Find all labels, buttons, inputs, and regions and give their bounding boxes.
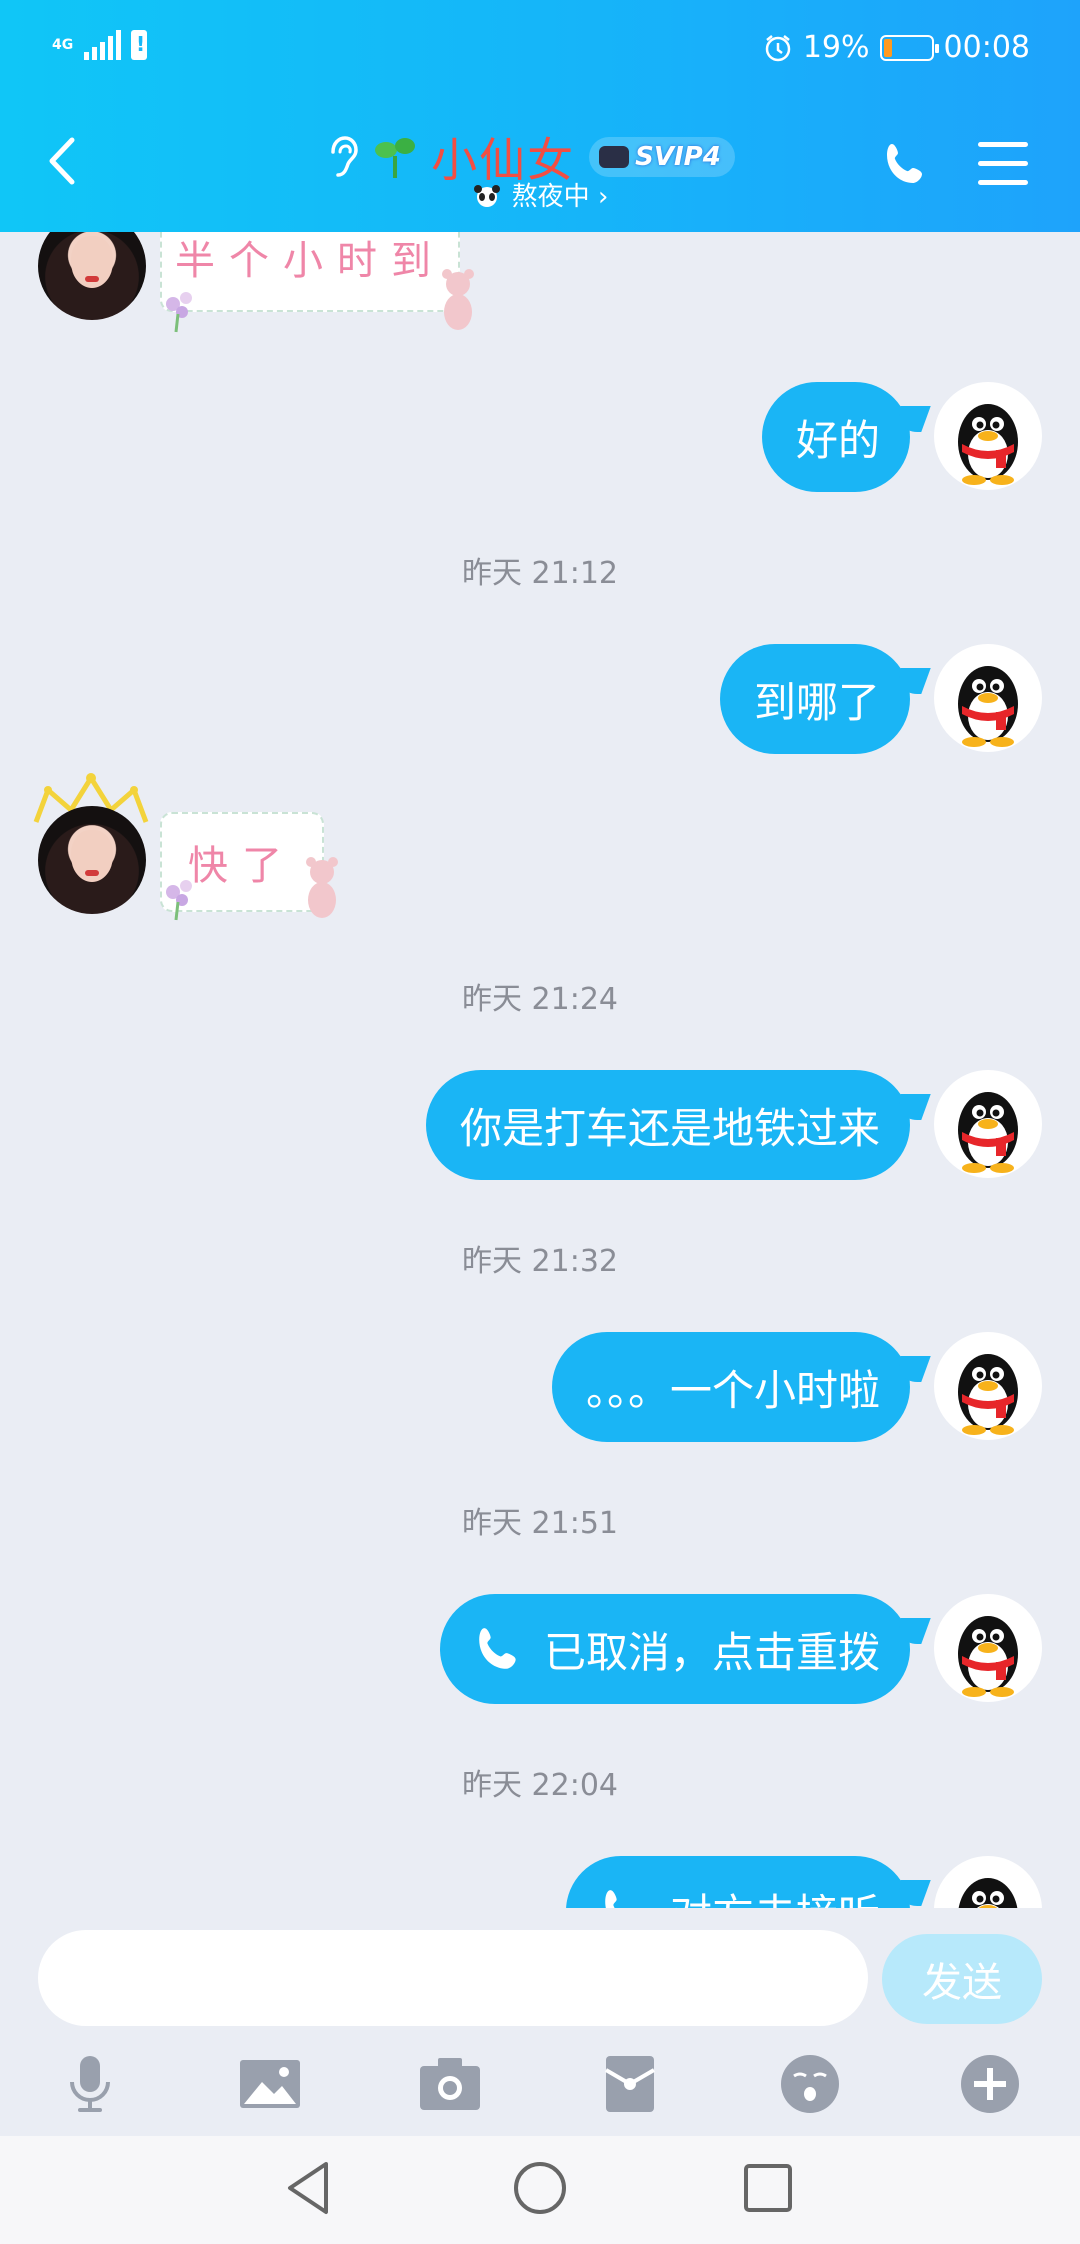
call-record-bubble[interactable]: 对方未接听 [565,1856,910,1909]
battery-percent: 19% [802,30,870,65]
clock: 00:08 [943,30,1030,65]
input-bar: 发送 [0,1908,1080,2136]
battery-fill [883,38,893,57]
timestamp: 昨天 21:12 [462,556,618,591]
vip-crown-icon [599,146,630,168]
qq-penguin-icon [958,666,1018,747]
my-avatar[interactable] [934,1594,1042,1702]
nav-back-icon[interactable] [280,2158,340,2218]
plus-icon[interactable] [958,2052,1022,2116]
battery-icon [879,34,939,61]
phone-icon [605,1890,617,1908]
message-bubble[interactable]: 到哪了 [719,644,910,754]
message-input[interactable] [38,1930,868,2026]
bear-sticker-icon [442,269,474,330]
qq-penguin-icon [958,1354,1018,1435]
sprout-icon [375,138,416,178]
chat-header: 4G 19% 00:08 小仙女 SVIP4 熬夜中 › [0,0,1080,232]
status-chevron-icon: › [597,182,609,212]
vip-label: SVIP4 [635,142,721,172]
panda-icon [473,185,500,207]
timestamp: 昨天 21:24 [462,982,618,1017]
my-avatar[interactable] [934,1856,1042,1908]
my-avatar[interactable] [934,644,1042,752]
contact-avatar[interactable] [38,806,146,914]
message-text: 到哪了 [753,677,880,727]
my-avatar[interactable] [934,1070,1042,1178]
qq-penguin-icon [958,404,1018,485]
qq-penguin-icon [958,1616,1018,1697]
message-text: 。。。一个小时啦 [585,1365,880,1415]
status-text: 熬夜中 [511,182,590,212]
call-record-text: 已取消，点击重拨 [543,1627,880,1677]
input-toolbar [0,2052,1080,2122]
red-packet-icon[interactable] [598,2052,662,2116]
timestamp: 昨天 22:04 [462,1768,618,1803]
alarm-icon [765,34,791,61]
phone-call-icon[interactable] [882,140,930,188]
message-text: 你是打车还是地铁过来 [459,1103,880,1153]
chat-area[interactable]: 半个小时到 好的 昨天 21:12 到哪了 快了 昨天 21:24 你是打车还是… [0,232,1080,1908]
call-record-bubble[interactable]: 已取消，点击重拨 [439,1594,910,1704]
my-avatar[interactable] [934,1332,1042,1440]
ear-icon[interactable] [325,134,359,180]
image-icon[interactable] [238,2052,302,2116]
timestamp: 昨天 21:32 [462,1244,618,1279]
signal-icon [84,30,121,60]
message-bubble[interactable]: 。。。一个小时啦 [551,1332,910,1442]
call-record-text: 对方未接听 [670,1881,880,1909]
battery-saver-icon [131,30,147,60]
qq-penguin-icon [958,1092,1018,1173]
message-bubble[interactable]: 好的 [761,382,910,492]
message-text: 好的 [795,415,880,465]
timestamp: 昨天 21:51 [462,1506,618,1541]
phone-icon [479,1628,516,1669]
emoji-icon[interactable] [778,2052,842,2116]
system-nav-bar [0,2136,1080,2244]
bear-sticker-icon [306,857,338,918]
network-type: 4G [52,37,74,53]
status-bar: 4G 19% 00:08 [0,30,1080,70]
nav-recents-icon[interactable] [738,2158,798,2218]
contact-avatar[interactable] [38,232,146,320]
microphone-icon[interactable] [58,2052,122,2116]
menu-icon[interactable] [978,142,1028,186]
message-bubble[interactable]: 你是打车还是地铁过来 [425,1070,910,1180]
send-button[interactable]: 发送 [882,1934,1042,2024]
qq-penguin-icon [958,1878,1018,1908]
flowers-sticker-icon [166,292,192,333]
nav-home-icon[interactable] [510,2158,570,2218]
my-avatar[interactable] [934,382,1042,490]
sticker-text: 半个小时到 [175,238,445,284]
svip-badge: SVIP4 [589,137,735,177]
flowers-sticker-icon [166,880,192,921]
camera-icon[interactable] [418,2052,482,2116]
